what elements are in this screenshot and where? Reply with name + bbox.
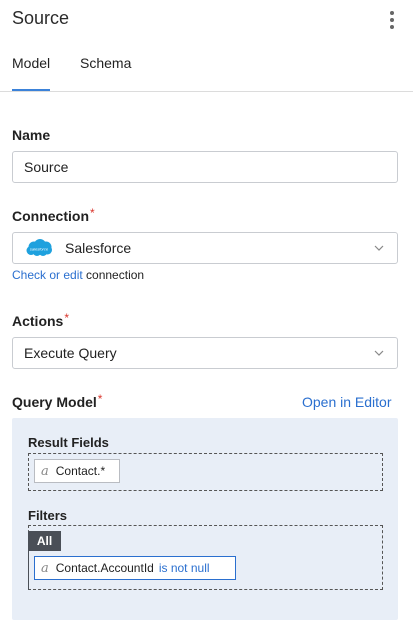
filters-label: Filters: [28, 508, 68, 523]
name-input-value: Source: [24, 159, 69, 175]
filter-field-name: Contact.AccountId: [55, 561, 154, 575]
salesforce-cloud-icon: salesforce: [25, 238, 53, 258]
string-type-icon: a: [41, 463, 49, 479]
connection-link-suffix: connection: [82, 268, 145, 282]
filter-condition-chip[interactable]: a Contact.AccountId is not null: [34, 556, 236, 580]
result-field-name: Contact.*: [55, 464, 106, 478]
name-label: Name: [12, 127, 51, 143]
filter-condition[interactable]: is not null: [159, 561, 210, 575]
actions-select[interactable]: Execute Query: [12, 337, 398, 369]
result-field-chip[interactable]: a Contact.*: [34, 459, 120, 483]
actions-label: Actions*: [12, 311, 70, 329]
chevron-down-icon: [374, 245, 384, 251]
panel-title: Source: [12, 8, 70, 28]
more-options-icon[interactable]: [385, 9, 399, 31]
actions-value: Execute Query: [24, 345, 117, 361]
active-tab-indicator: [12, 89, 50, 91]
required-marker: *: [97, 392, 103, 406]
filter-group-line: [28, 551, 29, 590]
name-input[interactable]: Source: [12, 151, 398, 183]
string-type-icon: a: [41, 560, 49, 576]
check-or-edit-link[interactable]: Check or edit: [12, 268, 83, 282]
open-in-editor-link[interactable]: Open in Editor: [302, 394, 392, 410]
chevron-down-icon: [374, 350, 384, 356]
result-fields-label: Result Fields: [28, 435, 109, 450]
required-marker: *: [90, 206, 95, 220]
required-marker: *: [64, 311, 70, 325]
filter-group-all[interactable]: All: [28, 531, 61, 551]
tab-bar: Model Schema: [0, 48, 413, 92]
connection-link-row: Check or edit connection: [12, 268, 144, 282]
connection-select[interactable]: salesforce Salesforce: [12, 232, 398, 264]
tab-schema[interactable]: Schema: [80, 55, 131, 71]
tab-model[interactable]: Model: [12, 55, 50, 71]
connection-label: Connection*: [12, 206, 95, 224]
query-model-label: Query Model*: [12, 392, 103, 410]
connection-value: Salesforce: [65, 240, 132, 256]
salesforce-logo-text: salesforce: [30, 247, 49, 252]
